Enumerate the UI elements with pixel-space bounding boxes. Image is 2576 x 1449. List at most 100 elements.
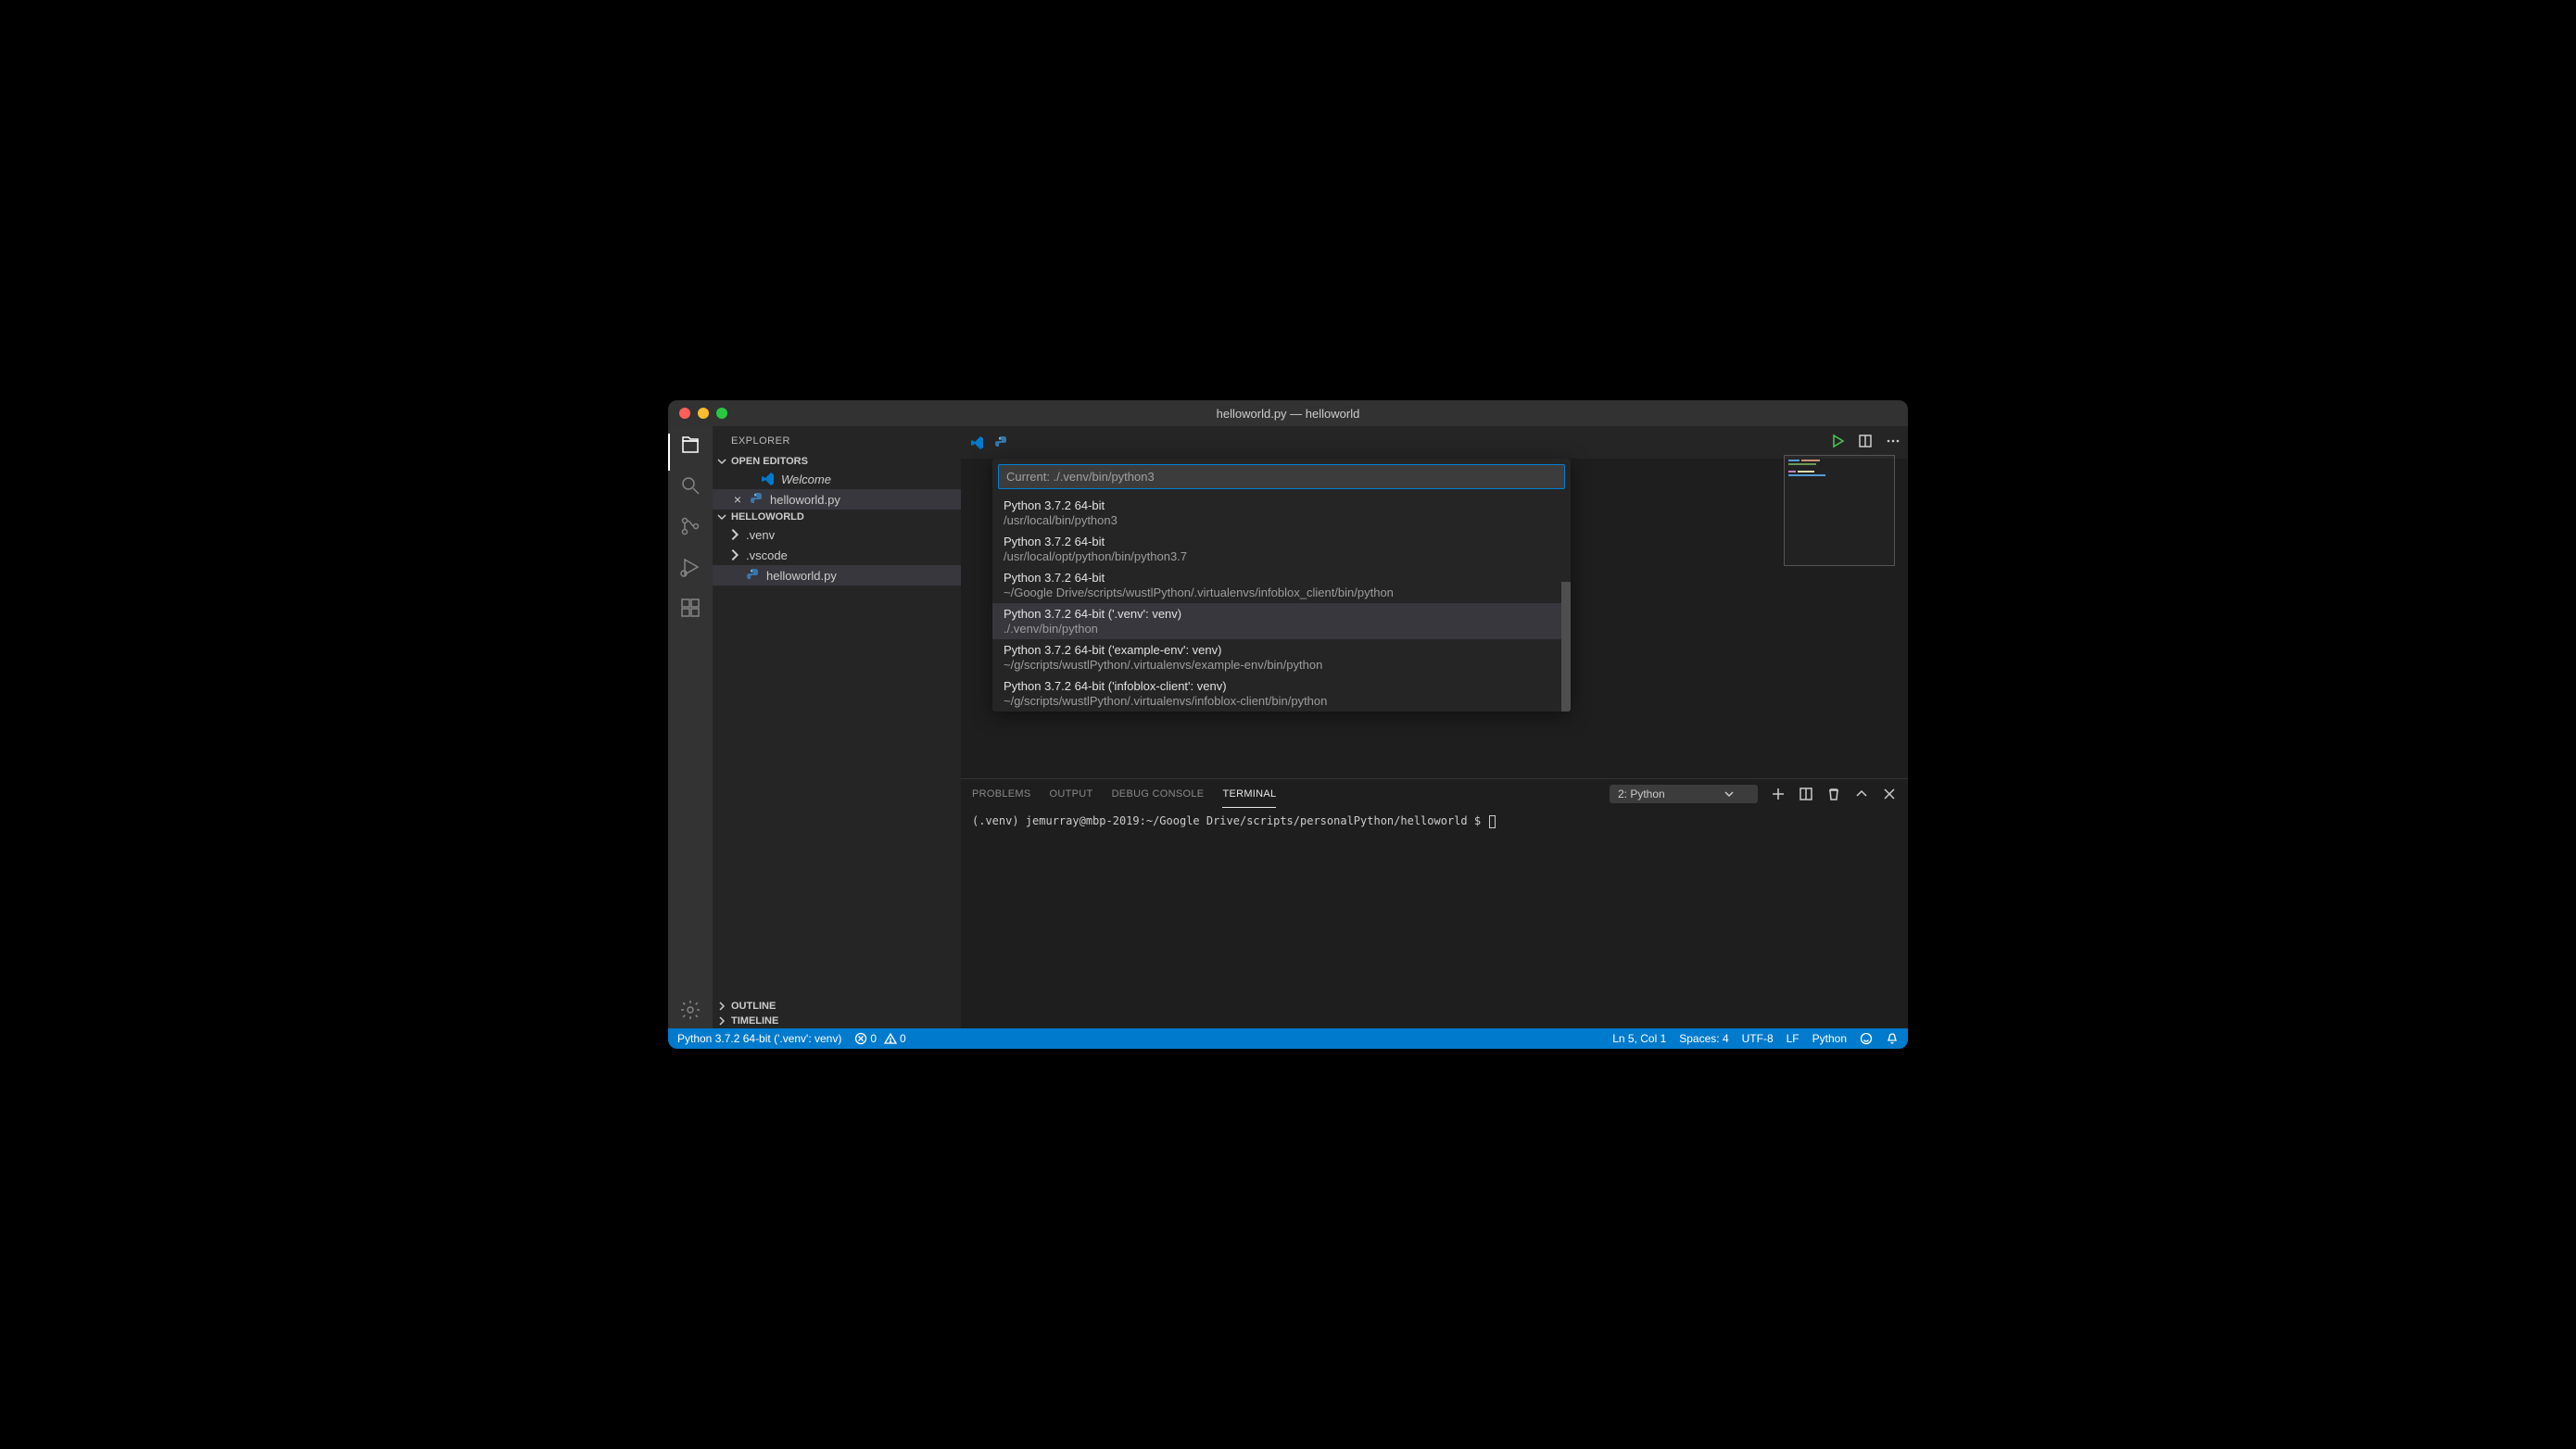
close-panel-button[interactable]	[1882, 787, 1897, 801]
panel-tabs: PROBLEMS OUTPUT DEBUG CONSOLE TERMINAL 2…	[961, 779, 1908, 809]
sidebar-title: EXPLORER	[713, 426, 961, 454]
status-feedback-icon[interactable]	[1860, 1032, 1873, 1045]
chevron-down-icon	[716, 456, 727, 467]
close-icon[interactable]: ×	[731, 492, 744, 507]
interpreter-label: Python 3.7.2 64-bit	[1004, 535, 1559, 548]
terminal-selector[interactable]: 2: Python	[1610, 785, 1758, 803]
interpreter-label: Python 3.7.2 64-bit ('.venv': venv)	[1004, 607, 1559, 621]
status-eol[interactable]: LF	[1787, 1032, 1799, 1045]
interpreter-label: Python 3.7.2 64-bit ('infoblox-client': …	[1004, 679, 1559, 693]
activity-bar	[668, 426, 713, 1028]
minimap-viewport	[1784, 455, 1895, 566]
tab-problems[interactable]: PROBLEMS	[972, 781, 1031, 807]
quickpick-scrollbar[interactable]	[1561, 582, 1571, 712]
status-problems[interactable]: 0 0	[854, 1032, 905, 1045]
error-count: 0	[870, 1032, 877, 1045]
vscode-file-icon	[761, 472, 776, 486]
folder-label: .vscode	[746, 548, 788, 562]
debug-icon[interactable]	[679, 556, 701, 578]
interpreter-option[interactable]: Python 3.7.2 64-bit ('example-env': venv…	[992, 639, 1571, 675]
vscode-window: helloworld.py — helloworld	[668, 400, 1908, 1049]
new-terminal-button[interactable]	[1771, 787, 1786, 801]
interpreter-path: /usr/local/opt/python/bin/python3.7	[1004, 549, 1559, 563]
editor-tab-helloworld[interactable]: × helloworld.py	[713, 489, 961, 510]
window-minimize-button[interactable]	[698, 408, 709, 419]
interpreter-label: Python 3.7.2 64-bit	[1004, 498, 1559, 512]
chevron-down-icon	[1724, 788, 1735, 800]
tab-debug-console[interactable]: DEBUG CONSOLE	[1112, 781, 1205, 807]
split-terminal-button[interactable]	[1799, 787, 1813, 801]
terminal-cursor	[1489, 815, 1496, 828]
tab-output[interactable]: OUTPUT	[1050, 781, 1093, 807]
status-interpreter[interactable]: Python 3.7.2 64-bit ('.venv': venv)	[677, 1032, 841, 1045]
vscode-file-icon	[970, 435, 985, 450]
interpreter-text: Python 3.7.2 64-bit ('.venv': venv)	[677, 1032, 841, 1045]
sidebar: EXPLORER OPEN EDITORS Welcome × hellowor…	[713, 426, 961, 1028]
source-control-icon[interactable]	[679, 515, 701, 537]
outline-header[interactable]: OUTLINE	[713, 999, 961, 1014]
chevron-right-icon	[729, 529, 740, 540]
interpreter-quickpick: Python 3.7.2 64-bit /usr/local/bin/pytho…	[992, 459, 1571, 712]
error-icon	[854, 1032, 867, 1045]
interpreter-path: ./.venv/bin/python	[1004, 622, 1559, 636]
interpreter-option[interactable]: Python 3.7.2 64-bit ('infoblox-client': …	[992, 675, 1571, 712]
terminal-output[interactable]: (.venv) jemurray@mbp-2019:~/Google Drive…	[961, 809, 1908, 1028]
search-icon[interactable]	[679, 474, 701, 497]
explorer-icon[interactable]	[679, 434, 701, 456]
kill-terminal-button[interactable]	[1826, 787, 1841, 801]
status-indentation[interactable]: Spaces: 4	[1679, 1032, 1728, 1045]
interpreter-option[interactable]: Python 3.7.2 64-bit ~/Google Drive/scrip…	[992, 567, 1571, 603]
window-maximize-button[interactable]	[716, 408, 727, 419]
editor-tab-welcome[interactable]: Welcome	[713, 469, 961, 489]
editor-tab-label: helloworld.py	[770, 493, 840, 507]
workspace-header[interactable]: HELLOWORLD	[713, 510, 961, 524]
minimap[interactable]	[1784, 464, 1895, 566]
activity-indicator	[668, 434, 670, 471]
folder-venv[interactable]: .venv	[713, 524, 961, 545]
statusbar: Python 3.7.2 64-bit ('.venv': venv) 0 0 …	[668, 1028, 1908, 1049]
status-bell-icon[interactable]	[1886, 1032, 1899, 1045]
settings-gear-icon[interactable]	[679, 999, 701, 1021]
warning-count: 0	[900, 1032, 906, 1045]
folder-label: .venv	[746, 528, 775, 542]
chevron-right-icon	[716, 1015, 727, 1027]
split-editor-button[interactable]	[1858, 434, 1873, 451]
status-cursor-position[interactable]: Ln 5, Col 1	[1612, 1032, 1666, 1045]
timeline-header[interactable]: TIMELINE	[713, 1014, 961, 1028]
status-encoding[interactable]: UTF-8	[1742, 1032, 1774, 1045]
window-close-button[interactable]	[679, 408, 690, 419]
python-file-icon	[746, 568, 761, 583]
bottom-panel: PROBLEMS OUTPUT DEBUG CONSOLE TERMINAL 2…	[961, 778, 1908, 1028]
extensions-icon[interactable]	[679, 597, 701, 619]
folder-vscode[interactable]: .vscode	[713, 545, 961, 565]
traffic-lights	[679, 408, 727, 419]
file-helloworld[interactable]: helloworld.py	[713, 565, 961, 586]
python-file-icon	[750, 492, 764, 507]
interpreter-option[interactable]: Python 3.7.2 64-bit /usr/local/bin/pytho…	[992, 495, 1571, 531]
python-file-icon	[994, 435, 1009, 450]
maximize-panel-button[interactable]	[1854, 787, 1869, 801]
timeline-label: TIMELINE	[731, 1015, 778, 1027]
status-language[interactable]: Python	[1812, 1032, 1847, 1045]
interpreter-option[interactable]: Python 3.7.2 64-bit /usr/local/opt/pytho…	[992, 531, 1571, 567]
terminal-selector-label: 2: Python	[1618, 788, 1665, 800]
interpreter-path: ~/g/scripts/wustlPython/.virtualenvs/inf…	[1004, 694, 1559, 708]
open-editors-header[interactable]: OPEN EDITORS	[713, 454, 961, 469]
run-button[interactable]	[1830, 434, 1845, 451]
chevron-down-icon	[716, 511, 727, 523]
editor-tab-label: Welcome	[781, 472, 831, 486]
interpreter-path: ~/Google Drive/scripts/wustlPython/.virt…	[1004, 586, 1559, 599]
open-editors-label: OPEN EDITORS	[731, 456, 808, 467]
interpreter-option[interactable]: Python 3.7.2 64-bit ('.venv': venv) ./.v…	[992, 603, 1571, 639]
tab-bar	[961, 426, 1908, 459]
tab-terminal[interactable]: TERMINAL	[1222, 781, 1276, 808]
quickpick-input[interactable]	[998, 464, 1565, 489]
titlebar: helloworld.py — helloworld	[668, 400, 1908, 426]
editor-area: Python 3.7.2 64-bit /usr/local/bin/pytho…	[961, 426, 1908, 1028]
outline-label: OUTLINE	[731, 1001, 776, 1012]
interpreter-path: ~/g/scripts/wustlPython/.virtualenvs/exa…	[1004, 658, 1559, 672]
main-layout: EXPLORER OPEN EDITORS Welcome × hellowor…	[668, 426, 1908, 1028]
warning-icon	[884, 1032, 897, 1045]
interpreter-label: Python 3.7.2 64-bit	[1004, 571, 1559, 585]
more-actions-button[interactable]	[1886, 434, 1900, 451]
